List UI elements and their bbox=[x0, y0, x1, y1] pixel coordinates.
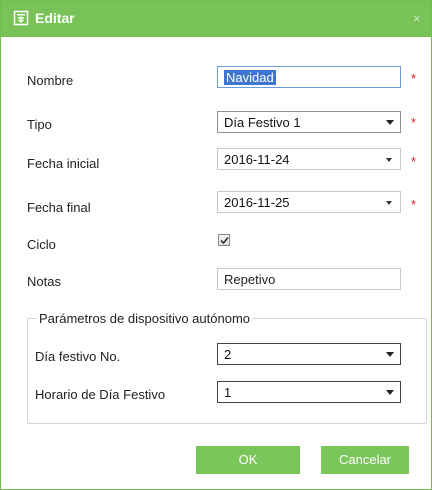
dialog-title: Editar bbox=[35, 10, 75, 26]
required-marker: * bbox=[411, 115, 417, 130]
horario-label: Horario de Día Festivo bbox=[35, 387, 166, 402]
fecha-final-picker[interactable]: 2016-11-25 bbox=[217, 191, 401, 213]
fecha-inicial-value: 2016-11-24 bbox=[224, 152, 290, 167]
fecha-final-label: Fecha final bbox=[27, 200, 91, 215]
fecha-inicial-label: Fecha inicial bbox=[27, 156, 100, 171]
fecha-final-value: 2016-11-25 bbox=[224, 195, 290, 210]
required-marker: * bbox=[411, 197, 417, 212]
dialog-titlebar: Editar × bbox=[1, 1, 431, 37]
notas-input-value: Repetivo bbox=[224, 272, 276, 287]
edit-document-icon bbox=[13, 10, 29, 26]
dia-festivo-no-value: 2 bbox=[224, 347, 232, 362]
horario-select[interactable]: 1 bbox=[217, 381, 401, 403]
device-params-group bbox=[27, 318, 427, 424]
close-icon[interactable]: × bbox=[413, 11, 421, 26]
checkmark-icon bbox=[220, 237, 229, 245]
tipo-select[interactable]: Día Festivo 1 bbox=[217, 111, 401, 133]
nombre-input[interactable]: Navidad bbox=[217, 66, 401, 88]
notas-label: Notas bbox=[27, 274, 61, 289]
required-marker: * bbox=[411, 71, 417, 86]
cancel-button[interactable]: Cancelar bbox=[321, 446, 409, 474]
nombre-input-value: Navidad bbox=[224, 70, 276, 85]
fecha-inicial-picker[interactable]: 2016-11-24 bbox=[217, 148, 401, 170]
ciclo-checkbox[interactable] bbox=[218, 234, 230, 246]
ok-button[interactable]: OK bbox=[196, 446, 300, 474]
edit-dialog: Editar × Nombre Navidad * Tipo Día Festi… bbox=[0, 0, 432, 490]
tipo-select-value: Día Festivo 1 bbox=[224, 115, 301, 130]
dia-festivo-no-label: Día festivo No. bbox=[35, 349, 121, 364]
notas-input[interactable]: Repetivo bbox=[217, 268, 401, 290]
chevron-down-icon bbox=[386, 201, 392, 205]
tipo-label: Tipo bbox=[27, 117, 52, 132]
chevron-down-icon bbox=[386, 390, 394, 395]
chevron-down-icon bbox=[386, 352, 394, 357]
required-marker: * bbox=[411, 154, 417, 169]
device-params-legend: Parámetros de dispositivo autónomo bbox=[37, 311, 253, 326]
nombre-label: Nombre bbox=[27, 73, 74, 88]
ciclo-label: Ciclo bbox=[27, 237, 56, 252]
chevron-down-icon bbox=[386, 120, 394, 125]
chevron-down-icon bbox=[386, 158, 392, 162]
horario-value: 1 bbox=[224, 385, 232, 400]
dia-festivo-no-select[interactable]: 2 bbox=[217, 343, 401, 365]
